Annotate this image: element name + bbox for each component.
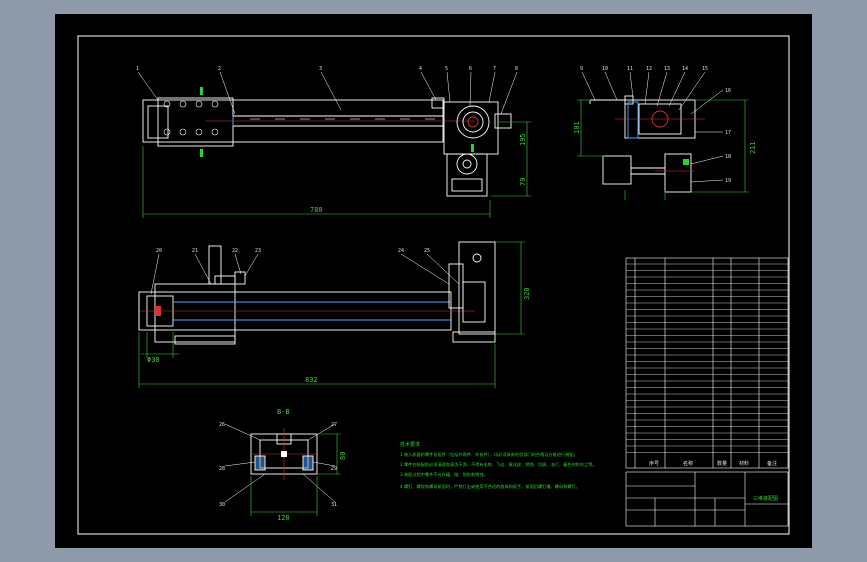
balloon: 25 xyxy=(424,248,430,254)
dim-front-height: 320 xyxy=(523,287,531,300)
balloon: 17 xyxy=(725,130,731,136)
front-view-balloons xyxy=(150,253,460,295)
bom-header-material: 材料 xyxy=(739,460,749,467)
balloon: 28 xyxy=(219,466,225,472)
dim-section-width: 120 xyxy=(277,514,290,522)
dim-top-height-b: 70 xyxy=(519,178,527,186)
tech-note-3: 3.装配过程中零件不允许磕、碰、划伤和锈蚀。 xyxy=(400,471,488,478)
tech-note-1: 1.装入机器的零件及组件（包括外购件、外协件），均必须具有检验部门的合格证方能进… xyxy=(400,451,578,458)
balloon: 10 xyxy=(602,66,608,72)
drawing-title: 三维装配图 xyxy=(753,495,778,502)
balloon: 8 xyxy=(515,66,518,72)
top-view-balloon-labels: 1 2 3 4 5 6 7 8 xyxy=(136,66,518,72)
balloon: 16 xyxy=(725,88,731,94)
bom-header-remark: 备注 xyxy=(767,460,777,467)
balloon: 23 xyxy=(255,248,261,254)
section-balloons xyxy=(224,423,336,503)
balloon: 4 xyxy=(419,66,422,72)
balloon: 12 xyxy=(646,66,652,72)
section-dimensions xyxy=(250,433,341,516)
inner-frame xyxy=(77,35,790,535)
dim-front-length: 832 xyxy=(305,376,318,384)
balloon: 27 xyxy=(331,422,337,428)
front-view-balloon-labels: 20 21 22 23 24 25 xyxy=(156,248,430,254)
balloon: 31 xyxy=(331,502,337,508)
balloon: 13 xyxy=(664,66,670,72)
balloon: 7 xyxy=(493,66,496,72)
balloon: 5 xyxy=(445,66,448,72)
section-label: B-B xyxy=(277,408,290,416)
balloon: 30 xyxy=(219,502,225,508)
balloon: 9 xyxy=(580,66,583,72)
dim-top-length: 780 xyxy=(310,206,323,214)
bom-header-index: 序号 xyxy=(649,460,659,467)
balloon: 22 xyxy=(232,248,238,254)
front-view-dimensions xyxy=(138,241,525,388)
balloon: 1 xyxy=(136,66,139,72)
balloon: 19 xyxy=(725,178,731,184)
side-view xyxy=(589,95,705,193)
balloon: 24 xyxy=(398,248,404,254)
tech-notes-title: 技术要求 xyxy=(400,441,420,448)
balloon: 29 xyxy=(331,466,337,472)
top-view-dimensions xyxy=(142,121,531,218)
balloon: 6 xyxy=(469,66,472,72)
drawing-sheet: 1 2 3 4 5 6 7 8 780 195 70 9 10 11 12 13… xyxy=(55,14,812,548)
bom-table xyxy=(625,257,789,469)
balloon: 11 xyxy=(627,66,633,72)
dim-side-width: 101 xyxy=(573,121,581,134)
top-view xyxy=(142,87,512,197)
balloon: 3 xyxy=(319,66,322,72)
front-view xyxy=(138,241,496,345)
dim-side-height: 211 xyxy=(749,141,757,154)
cad-drawing: 1 2 3 4 5 6 7 8 780 195 70 9 10 11 12 13… xyxy=(77,35,790,535)
balloon: 21 xyxy=(192,248,198,254)
section-balloon-labels: 26 27 28 29 30 31 xyxy=(219,422,337,508)
balloon: 14 xyxy=(682,66,688,72)
top-view-balloons xyxy=(137,71,518,115)
bom-header-qty: 数量 xyxy=(717,460,727,467)
balloon: 18 xyxy=(725,154,731,160)
balloon: 20 xyxy=(156,248,162,254)
bom-rows xyxy=(626,263,788,453)
dim-section-height: 80 xyxy=(339,452,347,460)
side-view-dimensions xyxy=(577,99,749,200)
balloon: 15 xyxy=(702,66,708,72)
dim-front-detail: Φ30 xyxy=(147,356,160,364)
section-view xyxy=(250,428,318,480)
bom-header-name: 名称 xyxy=(683,460,693,467)
tech-note-2: 2.零件在装配前必须清理和清洗干净，不得有毛刺、飞边、氧化皮、锈蚀、切屑、油污、… xyxy=(400,461,597,468)
balloon: 26 xyxy=(219,422,225,428)
balloon: 2 xyxy=(218,66,221,72)
dim-top-height-a: 195 xyxy=(519,133,527,146)
tech-note-4: 4.螺钉、螺栓和螺母紧固时，严禁打击或使用不合适的旋具和扳手。紧固后螺钉槽、螺母… xyxy=(400,483,580,490)
